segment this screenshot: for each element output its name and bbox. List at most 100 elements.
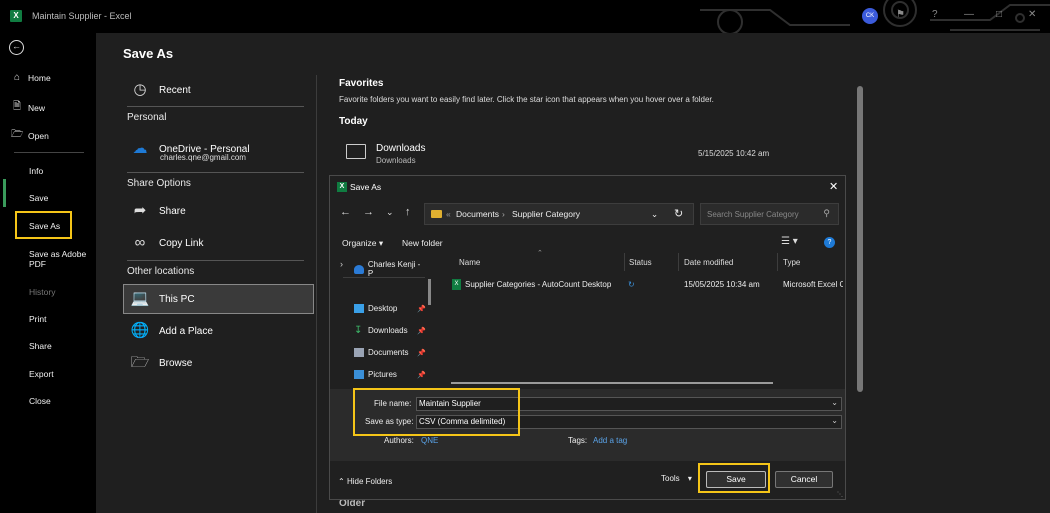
column-status[interactable]: Status xyxy=(629,258,652,267)
tree-item-desktop[interactable]: Desktop xyxy=(354,304,397,313)
tree-item-label: Desktop xyxy=(368,304,398,313)
pin-icon[interactable]: 📌 xyxy=(417,349,426,357)
navigation-scrollbar[interactable] xyxy=(427,255,432,386)
caret-down-icon: ▾ xyxy=(687,474,692,483)
nav-export[interactable]: Export xyxy=(29,369,54,379)
nav-home[interactable]: ⌂ Home xyxy=(11,72,51,83)
pin-icon[interactable]: 📌 xyxy=(417,305,426,313)
nav-share[interactable]: Share xyxy=(29,341,52,351)
tree-item-downloads[interactable]: ↧ Downloads xyxy=(354,326,408,336)
home-icon: ⌂ xyxy=(13,72,21,83)
share-options-heading: Share Options xyxy=(127,178,191,189)
highlight-save-as xyxy=(15,211,72,239)
clock-icon: ◷ xyxy=(133,81,147,98)
tree-item-onedrive[interactable]: Charles Kenji - P xyxy=(354,260,427,278)
excel-logo-icon: X xyxy=(337,182,347,192)
coauthor-icon[interactable]: ⚑ xyxy=(896,9,905,20)
tree-divider xyxy=(343,277,425,278)
main-scrollbar[interactable] xyxy=(856,76,864,506)
hide-folders-button[interactable]: ⌃ Hide Folders xyxy=(338,477,392,486)
column-type[interactable]: Type xyxy=(783,258,800,267)
up-arrow-icon[interactable]: ↑ xyxy=(405,206,411,218)
column-divider[interactable] xyxy=(624,253,625,271)
address-overflow[interactable]: « xyxy=(446,209,451,219)
cloud-icon xyxy=(354,264,364,274)
breadcrumb-documents[interactable]: Documents xyxy=(456,209,499,219)
tree-item-pictures[interactable]: Pictures xyxy=(354,370,397,379)
restore-icon[interactable]: □ xyxy=(996,9,1002,20)
nav-close[interactable]: Close xyxy=(29,396,51,406)
help-button[interactable]: ? xyxy=(932,9,938,20)
dialog-titlebar: X Save As ✕ xyxy=(330,176,845,198)
breadcrumb-supplier-category[interactable]: Supplier Category xyxy=(512,209,580,219)
computer-icon: 💻 xyxy=(130,290,150,307)
favorites-subtitle: Favorite folders you want to easily find… xyxy=(339,95,714,104)
column-date-modified[interactable]: Date modified xyxy=(684,258,733,267)
close-window-icon[interactable]: ✕ xyxy=(1028,9,1036,20)
nav-open-label: Open xyxy=(28,130,49,141)
column-divider[interactable] xyxy=(777,253,778,271)
scrollbar-thumb[interactable] xyxy=(857,86,863,392)
tree-item-documents[interactable]: Documents xyxy=(354,348,408,357)
location-recent[interactable]: ◷ Recent xyxy=(129,80,190,100)
authors-value[interactable]: QNE xyxy=(421,436,438,445)
back-arrow-icon[interactable]: ← xyxy=(9,40,24,55)
tools-button[interactable]: Tools ▾ xyxy=(661,474,692,483)
page-title: Save As xyxy=(123,46,174,61)
location-this-pc[interactable]: 💻 This PC xyxy=(129,289,195,309)
refresh-icon[interactable]: ↻ xyxy=(674,207,683,220)
search-placeholder: Search Supplier Category xyxy=(707,210,799,219)
globe-icon: 🌐 xyxy=(130,322,150,339)
column-divider[interactable] xyxy=(678,253,679,271)
scrollbar-thumb[interactable] xyxy=(428,279,431,305)
nav-save-as-pdf[interactable]: Save as Adobe PDF xyxy=(29,249,89,269)
location-divider xyxy=(127,106,304,107)
minimize-icon[interactable]: — xyxy=(964,9,974,20)
organize-button[interactable]: Organize ▾ xyxy=(342,238,383,249)
window-title: Maintain Supplier - Excel xyxy=(32,11,132,21)
favorite-downloads[interactable]: Downloads xyxy=(376,143,425,154)
dialog-close-icon[interactable]: ✕ xyxy=(829,180,838,193)
share-icon: ➦ xyxy=(133,202,147,219)
location-share[interactable]: ➦ Share xyxy=(129,201,186,221)
location-browse[interactable]: 🗁 Browse xyxy=(129,353,193,373)
horizontal-scrollbar[interactable] xyxy=(451,382,773,384)
search-icon: ⚲ xyxy=(823,208,830,218)
nav-info[interactable]: Info xyxy=(29,166,43,176)
recent-chevron-icon[interactable]: ⌄ xyxy=(386,207,394,218)
selected-indicator xyxy=(3,179,6,207)
back-arrow-icon[interactable]: ← xyxy=(340,206,351,218)
address-bar[interactable]: « Documents › Supplier Category ⌄ ↻ xyxy=(424,203,694,225)
pin-icon[interactable]: 📌 xyxy=(417,327,426,335)
new-folder-button[interactable]: New folder xyxy=(402,238,443,248)
sort-arrow-icon: ⌃ xyxy=(537,250,543,257)
cancel-button[interactable]: Cancel xyxy=(775,471,833,488)
file-name[interactable]: Supplier Categories - AutoCount Desktop xyxy=(465,280,611,289)
expand-chevron-icon[interactable]: › xyxy=(340,259,343,269)
nav-print[interactable]: Print xyxy=(29,314,46,324)
location-copy-link-label: Copy Link xyxy=(159,237,204,249)
column-name[interactable]: Name xyxy=(459,258,480,267)
add-tag-link[interactable]: Add a tag xyxy=(593,436,627,445)
chevron-down-icon[interactable]: ⌄ xyxy=(831,416,838,425)
favorite-downloads-date: 5/15/2025 10:42 am xyxy=(698,149,770,158)
resize-grip-icon[interactable]: ⋱ xyxy=(837,491,843,498)
help-icon[interactable]: ? xyxy=(824,237,835,248)
location-add-place[interactable]: 🌐 Add a Place xyxy=(129,321,213,341)
nav-new[interactable]: 🗎 New xyxy=(11,99,45,116)
onedrive-email: charles.qne@gmail.com xyxy=(160,153,246,162)
location-copy-link[interactable]: ∞ Copy Link xyxy=(129,233,204,253)
excel-file-icon: X xyxy=(452,279,461,290)
pin-icon[interactable]: 📌 xyxy=(417,371,426,379)
save-as-dialog: X Save As ✕ ← → ⌄ ↑ « Documents › Suppli… xyxy=(329,175,846,500)
address-dropdown-icon[interactable]: ⌄ xyxy=(651,209,658,220)
nav-open[interactable]: 🗁 Open xyxy=(11,127,49,144)
user-avatar[interactable]: CK xyxy=(862,8,878,24)
forward-arrow-icon[interactable]: → xyxy=(363,206,374,218)
search-input[interactable]: Search Supplier Category ⚲ xyxy=(700,203,839,225)
chevron-down-icon[interactable]: ⌄ xyxy=(831,398,838,407)
location-divider xyxy=(127,172,304,173)
hide-folders-label: Hide Folders xyxy=(346,477,393,486)
nav-save[interactable]: Save xyxy=(29,193,48,203)
view-options-icon[interactable]: ☰ ▾ xyxy=(781,236,798,247)
